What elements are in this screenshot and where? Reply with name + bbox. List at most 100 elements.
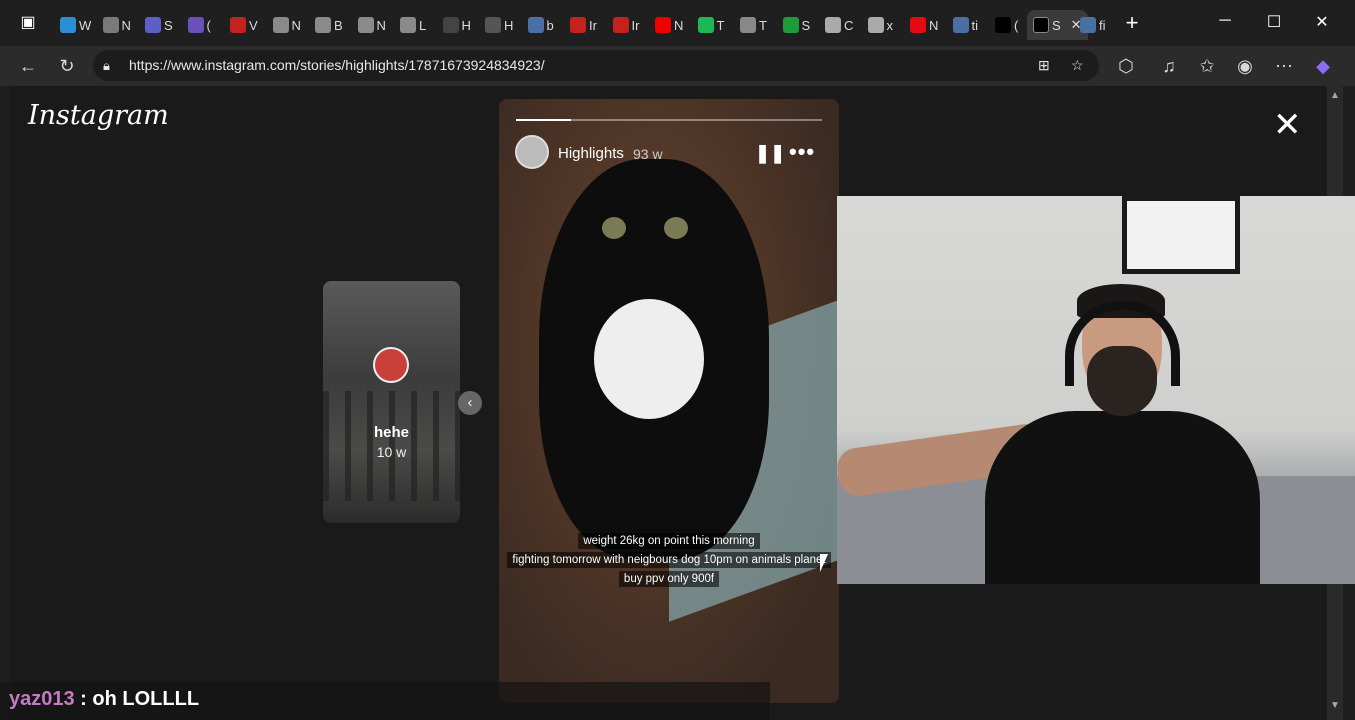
tab-item[interactable]: T bbox=[740, 10, 767, 40]
chat-text: : oh LOLLLL bbox=[74, 688, 200, 710]
tab-item[interactable]: C bbox=[825, 10, 853, 40]
tab-favicon-icon bbox=[995, 17, 1011, 33]
story-username[interactable]: Highlights bbox=[558, 145, 624, 162]
tab-item[interactable]: Ir bbox=[612, 10, 640, 40]
scroll-down-icon[interactable]: ▼ bbox=[1330, 700, 1340, 711]
minimize-icon[interactable]: ─ bbox=[1213, 12, 1237, 30]
tab-item[interactable]: N bbox=[357, 10, 386, 40]
profile-icon[interactable]: ◉ bbox=[1234, 55, 1256, 77]
tab-item[interactable]: ti bbox=[952, 10, 979, 40]
tab-item[interactable]: ( bbox=[187, 10, 211, 40]
tab-favicon-icon bbox=[570, 17, 586, 33]
tab-item[interactable]: x bbox=[867, 10, 893, 40]
tab-label: T bbox=[759, 17, 767, 33]
cat-chest bbox=[594, 299, 704, 419]
tab-label: ti bbox=[971, 17, 979, 33]
tab-item[interactable]: b bbox=[527, 10, 554, 40]
tab-favicon-icon bbox=[357, 17, 374, 33]
side-story-card[interactable]: hehe 10 w bbox=[323, 281, 460, 523]
app-available-icon[interactable]: ⊞ bbox=[1038, 50, 1050, 81]
person-shirt bbox=[985, 411, 1260, 584]
scroll-up-icon[interactable]: ▲ bbox=[1330, 90, 1340, 101]
tab-label: b bbox=[546, 17, 554, 33]
tab-item[interactable]: N bbox=[272, 10, 301, 40]
caption-line: buy ppv only 900f bbox=[499, 569, 839, 588]
tab-item[interactable]: N bbox=[655, 10, 683, 40]
more-menu-icon[interactable]: ⋯ bbox=[1273, 55, 1295, 77]
tab-favicon-icon bbox=[740, 17, 756, 33]
tab-label: B bbox=[334, 17, 343, 33]
tab-active[interactable]: S ✕ bbox=[1027, 10, 1088, 40]
media-icon[interactable]: ♫ bbox=[1158, 55, 1180, 77]
tab-active-label: S bbox=[1052, 17, 1061, 33]
tab-item[interactable]: S bbox=[782, 10, 811, 40]
tab-label: ( bbox=[206, 17, 211, 33]
maximize-icon[interactable]: ☐ bbox=[1262, 12, 1286, 32]
tab-favicon-icon bbox=[485, 17, 501, 33]
tab-label: Ir bbox=[631, 17, 640, 33]
tab-item[interactable]: L bbox=[400, 10, 426, 40]
tab-favicon-icon bbox=[1080, 17, 1096, 33]
instagram-logo[interactable]: Instagram bbox=[28, 100, 169, 131]
avatar bbox=[373, 347, 409, 383]
tab-label: V bbox=[249, 17, 258, 33]
wall-picture-frame bbox=[1122, 196, 1240, 274]
tab-bar: ▣ W N S(V N B N L H Hb Ir Ir N T T S Cx Nti( S ✕ fi + ─ … bbox=[0, 0, 1355, 46]
tab-label: S bbox=[801, 17, 811, 33]
avatar[interactable] bbox=[515, 135, 549, 169]
favorite-star-icon[interactable]: ☆ bbox=[1071, 50, 1084, 81]
pause-icon[interactable]: ❚❚ bbox=[755, 143, 785, 164]
tab-favicon-icon bbox=[272, 17, 289, 33]
tab-item[interactable]: ( bbox=[995, 10, 1018, 40]
tab-last[interactable]: fi bbox=[1080, 10, 1106, 40]
tab-item[interactable]: V bbox=[230, 10, 258, 40]
refresh-icon[interactable]: ↻ bbox=[56, 55, 78, 77]
tab-favicon-icon bbox=[230, 17, 246, 33]
tab-favicon-icon bbox=[952, 17, 969, 33]
tab-label: ( bbox=[1014, 17, 1019, 33]
tab-item[interactable]: N bbox=[910, 10, 938, 40]
tab-label: W bbox=[79, 17, 92, 33]
address-bar[interactable]: 🔒︎ https://www.instagram.com/stories/hig… bbox=[93, 50, 1099, 81]
close-icon[interactable]: ✕ bbox=[1273, 108, 1302, 142]
tab-label: Ir bbox=[589, 17, 597, 33]
tab-favicon-icon bbox=[867, 17, 884, 33]
caption-line: weight 26kg on point this morning bbox=[499, 531, 839, 550]
more-icon[interactable]: ••• bbox=[789, 139, 815, 165]
story-progress-track bbox=[516, 119, 822, 121]
tab-label: L bbox=[419, 17, 427, 33]
chat-message: yaz013 : oh LOLLLL bbox=[9, 688, 199, 711]
tab-favicon-icon bbox=[442, 17, 459, 33]
tab-item[interactable]: S bbox=[145, 10, 173, 40]
copilot-icon[interactable]: ◆ bbox=[1312, 55, 1334, 77]
tab-favicon-icon bbox=[697, 17, 714, 33]
tab-favicon-icon bbox=[910, 17, 926, 33]
caption-line: fighting tomorrow with neigbours dog 10p… bbox=[499, 550, 839, 569]
tab-item[interactable]: Ir bbox=[570, 10, 597, 40]
tab-label: H bbox=[461, 17, 471, 33]
close-window-icon[interactable]: ✕ bbox=[1310, 12, 1334, 32]
tab-item[interactable]: W bbox=[60, 10, 91, 40]
tab-item[interactable]: B bbox=[315, 10, 343, 40]
story-viewer[interactable]: Highlights 93 w ❚❚ ••• weight 26kg on po… bbox=[499, 99, 839, 703]
tab-last-label: fi bbox=[1099, 17, 1106, 33]
tab-label: N bbox=[929, 17, 939, 33]
new-tab-button[interactable]: + bbox=[1120, 10, 1144, 36]
tab-favicon-icon bbox=[315, 17, 331, 33]
tab-actions-icon[interactable]: ▣ bbox=[16, 12, 40, 32]
webcam-overlay bbox=[837, 196, 1355, 584]
tab-label: H bbox=[504, 17, 514, 33]
tab-item[interactable]: H bbox=[442, 10, 471, 40]
tab-item[interactable]: H bbox=[485, 10, 513, 40]
extensions-icon[interactable]: ⬡ bbox=[1115, 55, 1137, 77]
previous-story-button[interactable]: ‹ bbox=[458, 391, 482, 415]
tab-favicon-icon bbox=[655, 17, 671, 33]
tab-favicon-icon bbox=[187, 17, 204, 33]
favorites-icon[interactable]: ✩ bbox=[1196, 55, 1218, 77]
tab-item[interactable]: N bbox=[102, 10, 131, 40]
tab-item[interactable]: T bbox=[697, 10, 724, 40]
tab-label: N bbox=[291, 17, 301, 33]
tab-favicon-icon bbox=[527, 17, 544, 33]
url-text: https://www.instagram.com/stories/highli… bbox=[129, 57, 545, 73]
back-icon[interactable]: ← bbox=[17, 55, 39, 77]
